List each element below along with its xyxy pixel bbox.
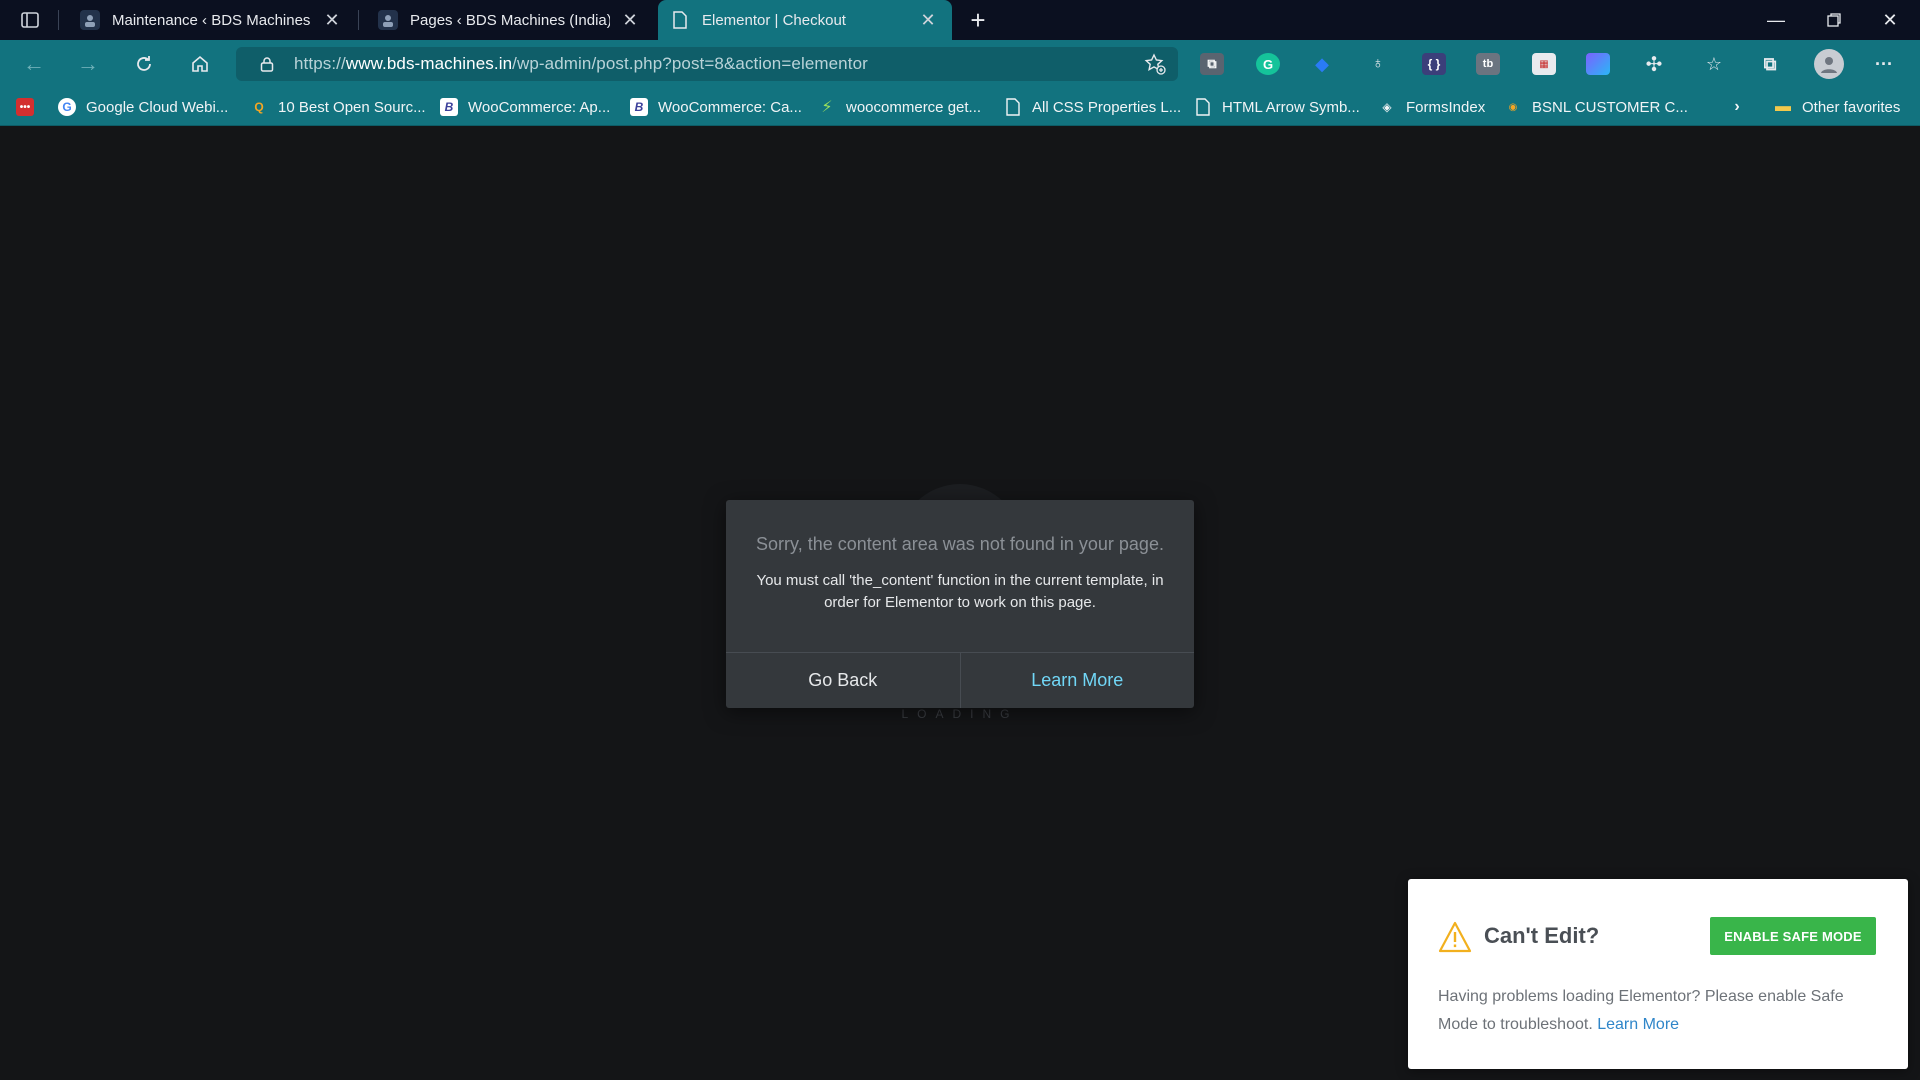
url-text: https://www.bds-machines.in/wp-admin/pos… xyxy=(294,54,868,74)
diamond-icon: ◈ xyxy=(1382,100,1392,114)
bookmark-label: WooCommerce: Ca... xyxy=(658,98,802,116)
b-icon: B xyxy=(440,98,458,116)
bookmark-apps[interactable]: ••• xyxy=(16,95,44,119)
go-back-button[interactable]: Go Back xyxy=(726,653,961,708)
close-tab-icon[interactable]: ✕ xyxy=(618,8,642,32)
bookmark-item[interactable]: G Google Cloud Webi... xyxy=(58,95,228,119)
favorites-icon[interactable]: ☆ xyxy=(1702,53,1726,75)
home-button[interactable] xyxy=(182,48,218,80)
safe-mode-notice: Can't Edit? ENABLE SAFE MODE Having prob… xyxy=(1408,879,1908,1069)
learn-more-button[interactable]: Learn More xyxy=(961,653,1195,708)
folder-icon: ▬ xyxy=(1775,98,1791,115)
bookmark-item[interactable]: ◉ BSNL CUSTOMER C... xyxy=(1504,95,1688,119)
grammarly-icon[interactable]: G xyxy=(1256,53,1280,75)
lightbulb-icon[interactable]: ♁ xyxy=(1366,53,1390,75)
more-bookmarks-button[interactable]: › xyxy=(1728,95,1756,119)
tab-title: Pages ‹ BDS Machines (India) Online xyxy=(410,11,610,29)
bookmark-label: All CSS Properties L... xyxy=(1032,98,1182,116)
extension-tb-icon[interactable]: tb xyxy=(1476,53,1500,75)
bookmark-label: BSNL CUSTOMER C... xyxy=(1532,98,1688,116)
tab-strip: Maintenance ‹ BDS Machines (India) Onlin… xyxy=(0,0,1920,40)
code-braces-icon[interactable]: { } xyxy=(1422,53,1446,75)
favicon-icon xyxy=(80,10,100,30)
new-tab-button[interactable]: + xyxy=(962,5,994,35)
restore-button[interactable] xyxy=(1806,0,1862,40)
other-favorites-folder[interactable]: ▬ Other favorites xyxy=(1774,95,1900,119)
tab-elementor-checkout[interactable]: Elementor | Checkout ✕ xyxy=(658,0,952,40)
bookmark-item[interactable]: Q 10 Best Open Sourc... xyxy=(250,95,426,119)
b-icon: B xyxy=(630,98,648,116)
bookmark-label: Google Cloud Webi... xyxy=(86,98,229,116)
profile-avatar-icon[interactable] xyxy=(1814,49,1844,79)
page-icon xyxy=(1194,98,1212,116)
restore-icon xyxy=(1827,13,1841,27)
bookmark-label: woocommerce get... xyxy=(846,98,982,116)
bookmark-label: HTML Arrow Symb... xyxy=(1222,98,1360,116)
enable-safe-mode-button[interactable]: ENABLE SAFE MODE xyxy=(1710,917,1876,955)
dialog-buttons: Go Back Learn More xyxy=(726,652,1194,708)
page-icon xyxy=(670,10,690,30)
refresh-icon xyxy=(137,56,151,71)
address-bar[interactable]: https://www.bds-machines.in/wp-admin/pos… xyxy=(236,47,1178,81)
refresh-button[interactable] xyxy=(126,48,162,80)
bsnl-icon: ◉ xyxy=(1508,101,1518,113)
tab-actions-button[interactable] xyxy=(10,6,50,34)
bookmarks-bar: ••• G Google Cloud Webi... Q 10 Best Ope… xyxy=(0,88,1920,126)
close-tab-icon[interactable]: ✕ xyxy=(916,8,940,32)
bookmark-label: FormsIndex xyxy=(1406,98,1486,116)
bookmark-item[interactable]: HTML Arrow Symb... xyxy=(1194,95,1360,119)
dialog-message: You must call 'the_content' function in … xyxy=(756,572,1164,611)
url-host: www.bds-machines.in xyxy=(345,54,513,73)
google-icon: G xyxy=(58,98,76,116)
safe-mode-body: Having problems loading Elementor? Pleas… xyxy=(1438,983,1880,1039)
url-scheme: https:// xyxy=(294,54,346,73)
url-path: /wp-admin/post.php?post=8&action=element… xyxy=(512,54,868,73)
editor-canvas: LOADING Sorry, the content area was not … xyxy=(0,127,1920,1080)
bookmark-label: WooCommerce: Ap... xyxy=(468,98,611,116)
more-menu-icon[interactable]: ··· xyxy=(1872,53,1896,75)
close-tab-icon[interactable]: ✕ xyxy=(320,8,344,32)
tab-separator xyxy=(358,10,359,30)
spark-icon: ⚡ xyxy=(821,99,833,116)
safe-mode-title: Can't Edit? xyxy=(1484,923,1600,948)
back-button[interactable]: ← xyxy=(16,48,52,80)
tab-title: Maintenance ‹ BDS Machines (India) Onlin… xyxy=(112,11,312,29)
bookmark-item[interactable]: All CSS Properties L... xyxy=(1004,95,1181,119)
add-favorite-icon[interactable] xyxy=(1142,52,1168,76)
tab-separator xyxy=(58,10,59,30)
dialog-header: Sorry, the content area was not found in… xyxy=(756,534,1164,554)
collections-icon[interactable]: ⧉ xyxy=(1758,53,1782,75)
color-picker-icon[interactable] xyxy=(1586,53,1610,75)
chevron-right-icon: › xyxy=(1734,98,1740,115)
bookmark-item[interactable]: ⚡ woocommerce get... xyxy=(818,95,981,119)
tab-title: Elementor | Checkout xyxy=(702,11,846,29)
warning-icon xyxy=(1438,921,1472,953)
bookmark-item[interactable]: B WooCommerce: Ap... xyxy=(440,95,610,119)
tab-actions-icon xyxy=(21,12,39,28)
safe-mode-learn-more-link[interactable]: Learn More xyxy=(1597,1016,1679,1033)
apps-icon: ••• xyxy=(16,98,34,116)
loading-text: LOADING xyxy=(901,707,1019,721)
page-icon xyxy=(1004,98,1022,116)
forward-button[interactable]: → xyxy=(70,48,106,80)
close-window-button[interactable]: ✕ xyxy=(1862,0,1918,40)
error-dialog: Sorry, the content area was not found in… xyxy=(726,500,1194,708)
bookmark-label: 10 Best Open Sourc... xyxy=(278,98,426,116)
calendar-extension-icon[interactable]: ▦ xyxy=(1532,53,1556,75)
browser-toolbar: ← → https://www.bds-machines.in/wp-admin… xyxy=(0,40,1920,88)
tab-maintenance[interactable]: Maintenance ‹ BDS Machines (India) Onlin… xyxy=(72,0,352,40)
search-icon: Q xyxy=(254,100,264,114)
minimize-button[interactable]: — xyxy=(1748,0,1804,40)
lock-icon xyxy=(252,56,282,72)
extensions-puzzle-icon[interactable]: ✣ xyxy=(1642,53,1666,76)
tab-pages[interactable]: Pages ‹ BDS Machines (India) Online ✕ xyxy=(370,0,650,40)
bookmark-item[interactable]: B WooCommerce: Ca... xyxy=(630,95,802,119)
extension-copy-icon[interactable]: ⧉ xyxy=(1200,53,1224,75)
home-icon xyxy=(192,55,208,72)
bookmark-label: Other favorites xyxy=(1802,98,1901,116)
tag-extension-icon[interactable]: ◆ xyxy=(1310,53,1334,75)
bookmark-item[interactable]: ◈ FormsIndex xyxy=(1378,95,1485,119)
favicon-icon xyxy=(378,10,398,30)
